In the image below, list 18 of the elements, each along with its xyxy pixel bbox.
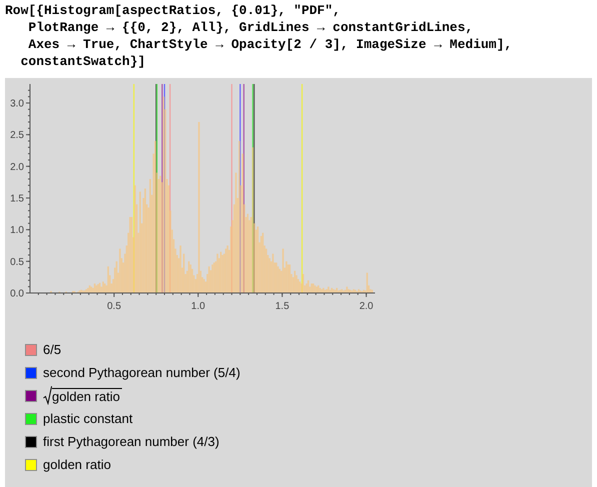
code-input[interactable]: Row[{Histogram[aspectRatios, {0.01}, "PDF", PlotRange → {{0, 2}, All}, GridLines → constantGridLines, Axes → True, ChartStyle → Opacity[2 / 3], ImageSize → Medium], constantSwatch}] — [0, 0, 597, 78]
y-tick-label: 2.0 — [10, 162, 24, 173]
y-tick-label: 2.5 — [10, 130, 24, 142]
legend-label: first Pythagorean number (4/3) — [43, 432, 220, 451]
legend-label: second Pythagorean number (5/4) — [43, 364, 240, 382]
y-tick-label: 1.0 — [10, 225, 24, 236]
x-tick-label: 2.0 — [359, 301, 374, 312]
x-tick-label: 0.5 — [107, 301, 122, 312]
legend-label: golden ratio — [52, 388, 122, 405]
legend-label: 6/5 — [43, 340, 62, 359]
x-tick-label: 1.0 — [191, 301, 206, 312]
y-tick-label: 0.0 — [10, 288, 24, 300]
y-tick-label: 0.5 — [10, 256, 24, 268]
x-tick-label: 1.5 — [275, 301, 290, 312]
y-tick-label: 3.0 — [10, 98, 24, 110]
legend-label: plastic constant — [43, 410, 133, 428]
legend-label: golden ratio — [43, 456, 111, 474]
y-tick-label: 1.5 — [10, 194, 24, 204]
